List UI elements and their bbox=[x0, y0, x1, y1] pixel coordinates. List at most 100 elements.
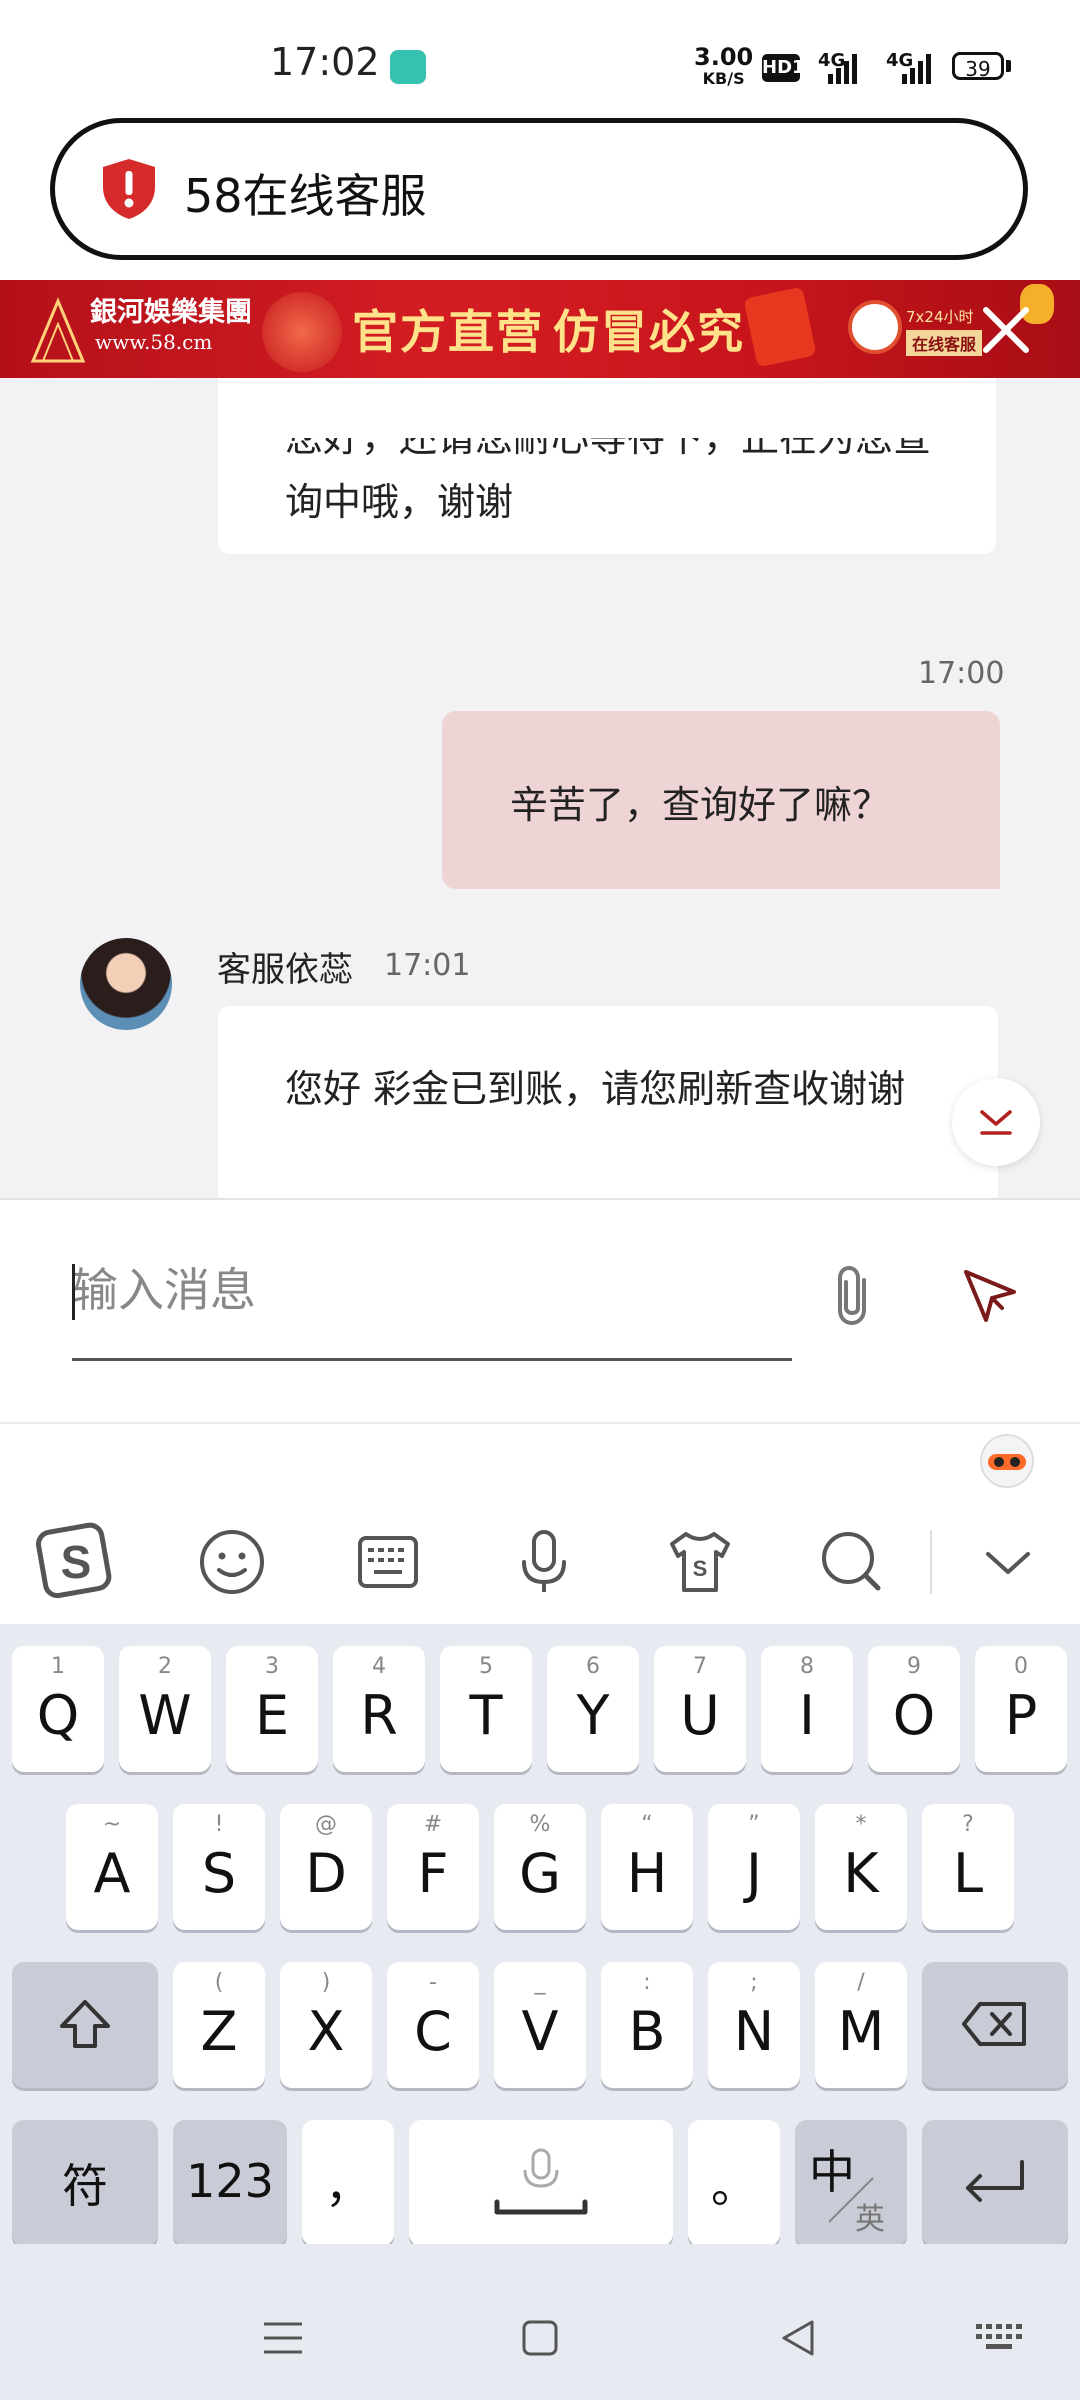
key-z[interactable]: (Z bbox=[173, 1962, 265, 2088]
key-i[interactable]: 8I bbox=[761, 1646, 853, 1772]
send-icon[interactable] bbox=[960, 1266, 1020, 1326]
emoji-icon[interactable] bbox=[192, 1522, 272, 1602]
key-e[interactable]: 3E bbox=[226, 1646, 318, 1772]
key-k[interactable]: * K bbox=[815, 1804, 907, 1930]
page-title: 58在线客服 bbox=[184, 169, 427, 223]
key-y-alt: 6 bbox=[586, 1654, 600, 1679]
key-v[interactable]: _ V bbox=[494, 1962, 586, 2088]
key-p-alt: 0 bbox=[1014, 1654, 1028, 1679]
home-icon[interactable] bbox=[518, 2316, 562, 2360]
signal-2-icon bbox=[902, 54, 931, 84]
key-d[interactable]: @ D bbox=[280, 1804, 372, 1930]
network-speed-unit: KB/S bbox=[702, 69, 745, 88]
skin-shirt-icon[interactable]: S bbox=[660, 1522, 740, 1602]
key-f-alt: # bbox=[423, 1812, 443, 1837]
banner-close-icon[interactable] bbox=[976, 300, 1036, 360]
banner-slogan-official: 官方直营 bbox=[352, 305, 544, 359]
key-s[interactable]: ! S bbox=[173, 1804, 265, 1930]
key-o-label: O bbox=[892, 1684, 936, 1747]
key-b-alt: : bbox=[643, 1970, 651, 1995]
attachment-icon[interactable] bbox=[830, 1262, 882, 1330]
symbols-key[interactable]: 符 bbox=[12, 2120, 158, 2246]
key-p-label: P bbox=[1004, 1684, 1038, 1747]
key-o[interactable]: 9O bbox=[868, 1646, 960, 1772]
period-key[interactable]: 。 bbox=[688, 2120, 780, 2246]
keyboard-toggle-icon[interactable] bbox=[974, 2320, 1024, 2356]
key-d-alt: @ bbox=[315, 1812, 337, 1837]
collapse-chevron-icon[interactable] bbox=[968, 1522, 1048, 1602]
key-m[interactable]: / M bbox=[815, 1962, 907, 2088]
key-f[interactable]: # F bbox=[387, 1804, 479, 1930]
key-b-label: B bbox=[628, 2000, 666, 2063]
network-speed: 3.00 KB/S bbox=[694, 45, 753, 90]
key-r-alt: 4 bbox=[372, 1654, 386, 1679]
key-q[interactable]: 1Q bbox=[12, 1646, 104, 1772]
search-icon[interactable] bbox=[812, 1522, 892, 1602]
key-e-label: E bbox=[254, 1684, 290, 1747]
key-h[interactable]: “H bbox=[601, 1804, 693, 1930]
key-b[interactable]: :B bbox=[601, 1962, 693, 2088]
key-w-label: W bbox=[138, 1684, 192, 1747]
status-time: 17:02 bbox=[270, 40, 380, 84]
key-a[interactable]: ~ A bbox=[66, 1804, 158, 1930]
chevron-down-icon bbox=[980, 1110, 1012, 1135]
space-key[interactable] bbox=[409, 2120, 673, 2246]
key-a-alt: ~ bbox=[102, 1812, 122, 1837]
hd-badge: HD1 bbox=[762, 54, 805, 82]
key-z-label: Z bbox=[200, 2000, 238, 2063]
key-w[interactable]: 2W bbox=[119, 1646, 211, 1772]
key-y[interactable]: 6Y bbox=[547, 1646, 639, 1772]
key-n[interactable]: ; N bbox=[708, 1962, 800, 2088]
key-u[interactable]: 7U bbox=[654, 1646, 746, 1772]
input-underline bbox=[72, 1358, 792, 1361]
key-c[interactable]: -C bbox=[387, 1962, 479, 2088]
banner-brand-name: 銀河娛樂集團 bbox=[90, 297, 252, 328]
microphone-icon[interactable] bbox=[504, 1522, 584, 1602]
key-s-label: S bbox=[201, 1842, 237, 1905]
back-icon[interactable] bbox=[776, 2316, 820, 2360]
key-u-alt: 7 bbox=[693, 1654, 707, 1679]
key-t[interactable]: 5T bbox=[440, 1646, 532, 1772]
key-x[interactable]: ) X bbox=[280, 1962, 372, 2088]
key-k-alt: * bbox=[855, 1812, 867, 1837]
signal-1-icon bbox=[828, 54, 857, 84]
message-input[interactable] bbox=[72, 1250, 792, 1330]
security-shield-icon[interactable] bbox=[100, 157, 158, 221]
backspace-key[interactable] bbox=[922, 1962, 1068, 2088]
key-l-label: L bbox=[952, 1842, 984, 1905]
key-v-alt: _ bbox=[534, 1970, 546, 1995]
key-x-alt: ) bbox=[321, 1970, 331, 1995]
key-r[interactable]: 4R bbox=[333, 1646, 425, 1772]
key-m-alt: / bbox=[857, 1970, 865, 1995]
language-switch-key[interactable]: 中 英 bbox=[795, 2120, 907, 2246]
shift-arrow-icon bbox=[60, 2000, 110, 2048]
keyboard-icon[interactable] bbox=[348, 1522, 428, 1602]
battery-level: 39 bbox=[952, 52, 1004, 81]
space-mic-icon bbox=[494, 2148, 588, 2215]
key-i-alt: 8 bbox=[800, 1654, 814, 1679]
key-h-alt: “ bbox=[641, 1812, 653, 1837]
key-p[interactable]: 0P bbox=[975, 1646, 1067, 1772]
key-l[interactable]: ? L bbox=[922, 1804, 1014, 1930]
key-q-alt: 1 bbox=[51, 1654, 65, 1679]
key-x-label: X bbox=[307, 2000, 345, 2063]
app-notification-icon bbox=[390, 50, 426, 84]
shift-key[interactable] bbox=[12, 1962, 158, 2088]
scroll-to-bottom-button[interactable] bbox=[952, 1078, 1040, 1166]
key-g[interactable]: % G bbox=[494, 1804, 586, 1930]
gift-bag-icon bbox=[262, 292, 342, 372]
banner-service-hours: 7x24小时 bbox=[906, 308, 974, 326]
soft-keyboard: 1Q 2W 3E 4R 5T 6Y 7U 8I 9O 0P ~ A ! S @ D #… bbox=[0, 1624, 1080, 2246]
key-j[interactable]: ” J bbox=[708, 1804, 800, 1930]
key-r-label: R bbox=[360, 1684, 398, 1747]
ime-mascot-icon[interactable] bbox=[978, 1432, 1036, 1490]
enter-key[interactable] bbox=[922, 2120, 1068, 2246]
enter-icon bbox=[966, 2160, 1024, 2202]
comma-key[interactable]: ， bbox=[302, 2120, 394, 2246]
agent-avatar[interactable] bbox=[80, 938, 172, 1030]
menu-icon[interactable] bbox=[258, 2316, 308, 2360]
numbers-key[interactable]: 123 bbox=[173, 2120, 287, 2246]
key-j-label: J bbox=[746, 1842, 762, 1905]
sogou-logo-icon[interactable]: S bbox=[36, 1522, 116, 1602]
comma-key-label: ， bbox=[325, 2159, 371, 2213]
